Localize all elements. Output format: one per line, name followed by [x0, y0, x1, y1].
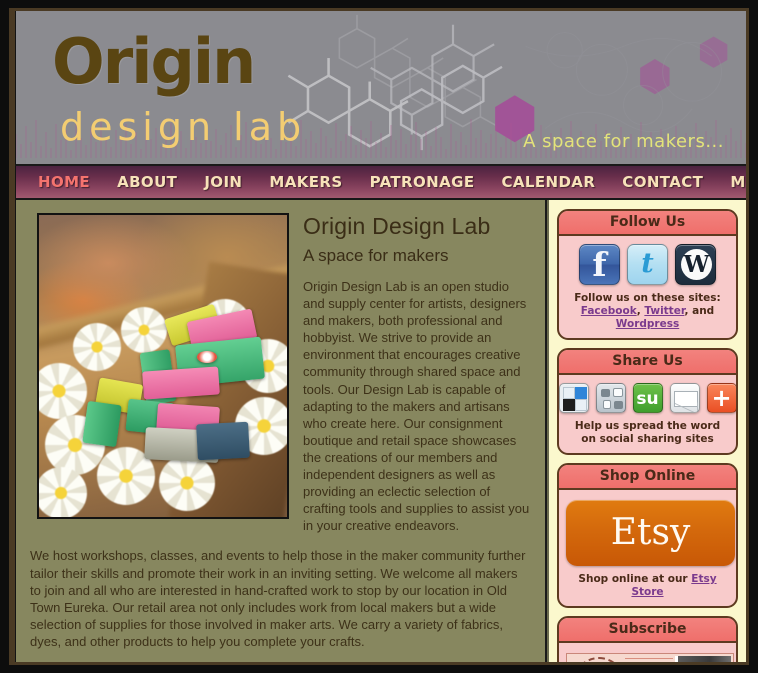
measuring-tape	[142, 366, 220, 400]
header-tagline: A space for makers...	[523, 131, 724, 152]
addthis-plus-icon[interactable]: +	[706, 383, 736, 413]
facebook-glyph: f	[592, 245, 607, 284]
nav-item-makers[interactable]: MAKERS	[269, 173, 342, 191]
site-header-banner: Origin design lab A space for makers...	[15, 11, 746, 166]
friendfeed-icon[interactable]	[595, 383, 626, 413]
addthis-glyph: +	[711, 384, 732, 412]
logo-designlab-text: design lab	[60, 105, 307, 149]
windows-share-icon[interactable]	[559, 383, 589, 413]
nav-item-patronage[interactable]: PATRONAGE	[370, 173, 475, 191]
twitter-glyph: t	[641, 248, 654, 279]
measuring-tape	[196, 421, 250, 461]
shop-caption: Shop online at our Etsy Store	[566, 573, 729, 599]
postage-stamp-icon: @	[566, 653, 734, 662]
nav-item-menu[interactable]: MENU	[730, 173, 746, 191]
nav-item-about[interactable]: ABOUT	[117, 173, 177, 191]
stamp-dark-panel	[675, 656, 731, 662]
intro-paragraph-2: We host workshops, classes, and events t…	[30, 548, 526, 649]
page-body: Origin Design Lab A space for makers Ori…	[15, 200, 746, 662]
main-content-column: Origin Design Lab A space for makers Ori…	[16, 200, 547, 662]
measuring-tape	[82, 400, 122, 448]
facebook-icon[interactable]: f	[579, 244, 620, 285]
widget-shop-online-title: Shop Online	[559, 465, 736, 490]
twitter-link[interactable]: Twitter	[644, 305, 684, 317]
follow-icon-row: f t W	[566, 244, 729, 285]
daisy-flower	[39, 467, 87, 517]
wordpress-icon[interactable]: W	[675, 244, 716, 285]
widget-share-us-title: Share Us	[559, 350, 736, 375]
stamp-cancellation-waves	[625, 658, 673, 662]
logo-origin-text: Origin	[52, 25, 256, 98]
widget-subscribe-title: Subscribe	[559, 618, 736, 643]
shop-caption-prefix: Shop online at our	[578, 573, 692, 585]
share-caption: Help us spread the word on social sharin…	[574, 420, 721, 445]
at-symbol-glyph: @	[573, 657, 625, 662]
nav-item-join[interactable]: JOIN	[204, 173, 242, 191]
widget-shop-online-body: Etsy Shop online at our Etsy Store	[559, 490, 736, 606]
nav-item-home[interactable]: HOME	[38, 173, 90, 191]
widget-subscribe-body: @	[559, 643, 736, 662]
widget-follow-us-body: f t W Follow us on these sites: Facebook…	[559, 236, 736, 338]
hero-photo	[37, 213, 289, 519]
email-share-icon[interactable]	[669, 383, 700, 413]
facebook-link[interactable]: Facebook	[581, 305, 637, 317]
sidebar-column: Follow Us f t W Follow us on these sites…	[549, 200, 746, 662]
nav-item-calendar[interactable]: CALENDAR	[501, 173, 595, 191]
wordpress-link[interactable]: Wordpress	[616, 318, 679, 330]
etsy-button[interactable]: Etsy	[566, 500, 735, 566]
share-icon-row: su +	[559, 383, 736, 413]
main-navigation[interactable]: HOME ABOUT JOIN MAKERS PATRONAGE CALENDA…	[15, 166, 746, 200]
widget-follow-us: Follow Us f t W Follow us on these sites…	[557, 209, 738, 340]
stumbleupon-glyph: su	[636, 389, 659, 409]
widget-share-us: Share Us su + Help us spread the word on…	[557, 348, 738, 455]
follow-caption-line: Follow us on these sites:	[574, 292, 721, 304]
follow-caption: Follow us on these sites: Facebook, Twit…	[566, 292, 729, 331]
site-root: Origin design lab A space for makers... …	[15, 11, 746, 662]
widget-shop-online: Shop Online Etsy Shop online at our Etsy…	[557, 463, 738, 608]
widget-follow-us-title: Follow Us	[559, 211, 736, 236]
widget-share-us-body: su + Help us spread the word on social s…	[559, 375, 736, 453]
nav-item-contact[interactable]: CONTACT	[622, 173, 703, 191]
stumbleupon-icon[interactable]: su	[632, 383, 663, 413]
daisy-flower	[159, 455, 215, 511]
daisy-flower	[121, 307, 167, 353]
twitter-icon[interactable]: t	[627, 244, 668, 285]
follow-sep-2: , and	[684, 305, 715, 317]
daisy-flower	[73, 323, 121, 371]
site-border: Origin design lab A space for makers... …	[9, 8, 749, 665]
browser-page-frame: Origin design lab A space for makers... …	[0, 0, 758, 673]
wordpress-glyph: W	[681, 249, 712, 280]
widget-subscribe: Subscribe @	[557, 616, 738, 662]
tape-measure-dial	[197, 351, 217, 363]
